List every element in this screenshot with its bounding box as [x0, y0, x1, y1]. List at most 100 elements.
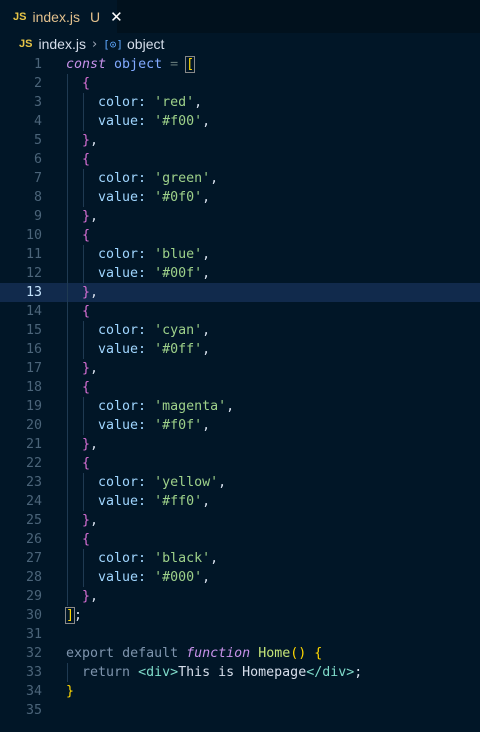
code-line[interactable]: 8 value: '#0f0',	[0, 188, 480, 207]
code-text: {	[66, 150, 90, 169]
code-line[interactable]: 15 color: 'cyan',	[0, 321, 480, 340]
variable-symbol-icon: [⊙]	[103, 37, 124, 51]
code-text: },	[66, 283, 98, 302]
code-line[interactable]: 33 return <div>This is Homepage</div>;	[0, 663, 480, 682]
code-text: color: 'cyan',	[66, 321, 210, 340]
line-number: 1	[33, 57, 42, 72]
breadcrumb-symbol[interactable]: object	[127, 36, 164, 52]
code-text: {	[66, 302, 90, 321]
property-key: color:	[98, 95, 147, 110]
string-value: '#f0f'	[154, 418, 203, 433]
code-line[interactable]: 22 {	[0, 454, 480, 473]
code-line[interactable]: 10 {	[0, 226, 480, 245]
string-value: '#00f'	[154, 266, 203, 281]
code-line[interactable]: 28 value: '#000',	[0, 568, 480, 587]
line-number: 12	[25, 266, 42, 281]
code-text: value: '#0ff',	[66, 340, 210, 359]
code-line[interactable]: 34}	[0, 682, 480, 701]
brace-open: {	[82, 304, 91, 319]
brace-close: }	[82, 513, 91, 528]
property-key: color:	[98, 171, 147, 186]
comma: ,	[210, 551, 219, 566]
string-value: 'red'	[154, 95, 195, 110]
code-line[interactable]: 18 {	[0, 378, 480, 397]
code-text: export default function Home() {	[66, 644, 322, 663]
code-line[interactable]: 11 color: 'blue',	[0, 245, 480, 264]
code-line[interactable]: 17 },	[0, 359, 480, 378]
comma: ,	[202, 190, 211, 205]
keyword-function: function	[186, 646, 251, 661]
code-line[interactable]: 12 value: '#00f',	[0, 264, 480, 283]
code-line[interactable]: 16 value: '#0ff',	[0, 340, 480, 359]
code-text: color: 'blue',	[66, 245, 210, 264]
comma: ,	[202, 114, 211, 129]
variable-name: object	[114, 57, 163, 72]
code-text: const object = [	[66, 55, 196, 74]
code-line[interactable]: 2 {	[0, 74, 480, 93]
string-value: 'green'	[154, 171, 211, 186]
code-line[interactable]: 3 color: 'red',	[0, 93, 480, 112]
comma: ,	[226, 399, 235, 414]
code-line[interactable]: 27 color: 'black',	[0, 549, 480, 568]
chevron-right-icon: ›	[91, 36, 98, 52]
breadcrumb-file[interactable]: index.js	[38, 36, 85, 52]
property-key: value:	[98, 570, 147, 585]
code-line[interactable]: 23 color: 'yellow',	[0, 473, 480, 492]
code-line[interactable]: 35	[0, 701, 480, 720]
string-value: '#ff0'	[154, 494, 203, 509]
line-number: 27	[25, 551, 42, 566]
code-text: value: '#ff0',	[66, 492, 210, 511]
code-line[interactable]: 20 value: '#f0f',	[0, 416, 480, 435]
line-number: 15	[25, 323, 42, 338]
line-number: 3	[33, 95, 42, 110]
code-line[interactable]: 1 const object = [	[0, 55, 480, 74]
function-name: Home	[258, 646, 291, 661]
code-line[interactable]: 13 },	[0, 283, 480, 302]
line-number: 18	[25, 380, 42, 395]
code-line[interactable]: 5 },	[0, 131, 480, 150]
javascript-file-icon: JS	[13, 10, 27, 23]
code-line[interactable]: 4 value: '#f00',	[0, 112, 480, 131]
comma: ,	[90, 513, 99, 528]
line-number: 31	[25, 627, 42, 642]
code-line[interactable]: 19 color: 'magenta',	[0, 397, 480, 416]
code-text: }	[66, 682, 74, 701]
code-line[interactable]: 32 export default function Home() {	[0, 644, 480, 663]
brace-close: }	[82, 133, 91, 148]
code-line[interactable]: 9 },	[0, 207, 480, 226]
code-line[interactable]: 14 {	[0, 302, 480, 321]
semicolon: ;	[74, 608, 83, 623]
line-number: 21	[25, 437, 42, 452]
code-line[interactable]: 30];	[0, 606, 480, 625]
property-key: value:	[98, 418, 147, 433]
property-key: value:	[98, 190, 147, 205]
code-line[interactable]: 21 },	[0, 435, 480, 454]
code-line[interactable]: 24 value: '#ff0',	[0, 492, 480, 511]
code-line[interactable]: 25 },	[0, 511, 480, 530]
code-text: },	[66, 131, 98, 150]
brace-open: {	[82, 228, 91, 243]
close-icon[interactable]: ✕	[110, 8, 123, 26]
keyword-const: const	[66, 57, 107, 72]
string-value: '#000'	[154, 570, 203, 585]
comma: ,	[210, 171, 219, 186]
code-text: value: '#00f',	[66, 264, 210, 283]
brace-open: {	[82, 532, 91, 547]
brace-open: {	[314, 646, 323, 661]
comma: ,	[202, 494, 211, 509]
line-number: 33	[25, 665, 42, 680]
code-text: value: '#0f0',	[66, 188, 210, 207]
line-number: 28	[25, 570, 42, 585]
brace-close: }	[82, 361, 91, 376]
code-editor[interactable]: 1 const object = [2 {3 color: 'red', 4 val…	[0, 55, 480, 720]
code-line[interactable]: 31	[0, 625, 480, 644]
code-line[interactable]: 26 {	[0, 530, 480, 549]
brace-open: {	[82, 152, 91, 167]
code-line[interactable]: 29 },	[0, 587, 480, 606]
bracket-open: [	[185, 56, 196, 73]
keyword-export: export	[66, 646, 115, 661]
tab-index-js[interactable]: JS index.js U ✕	[0, 0, 123, 33]
code-line[interactable]: 7 color: 'green',	[0, 169, 480, 188]
code-line[interactable]: 6 {	[0, 150, 480, 169]
jsx-tag-close: </div>	[306, 665, 355, 680]
